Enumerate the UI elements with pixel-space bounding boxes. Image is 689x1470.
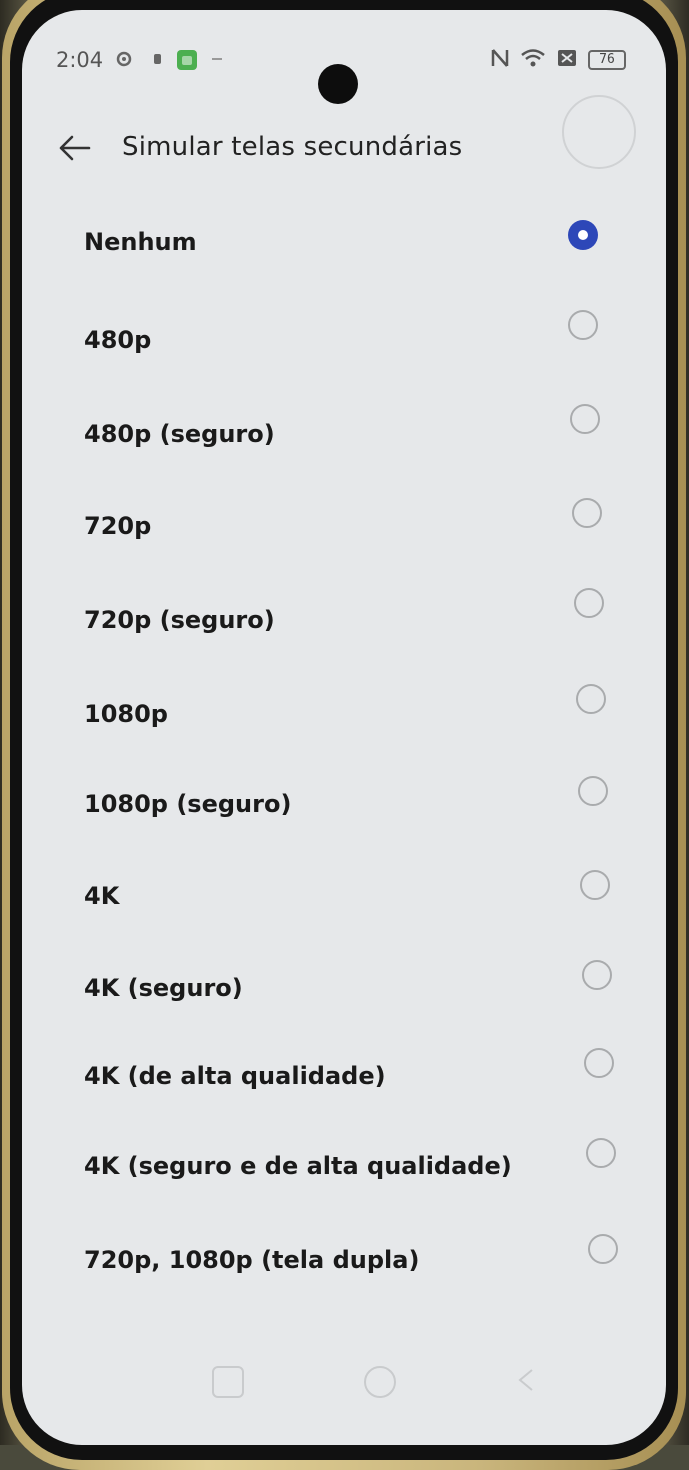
radio-unchecked-icon[interactable]	[584, 1048, 614, 1078]
status-right-icons: 76	[490, 48, 626, 72]
radio-unchecked-icon[interactable]	[574, 588, 604, 618]
radio-unchecked-icon[interactable]	[572, 498, 602, 528]
status-bar: 2:04 76	[22, 40, 666, 104]
sim-off-icon	[556, 48, 578, 73]
radio-unchecked-icon[interactable]	[580, 870, 610, 900]
notification-icon	[148, 49, 168, 69]
android-app-icon	[176, 49, 197, 70]
status-time: 2:04	[56, 48, 104, 72]
option-label: 4K	[84, 882, 120, 910]
radio-option-480p[interactable]: 480p	[78, 300, 638, 370]
app-header: Simular telas secundárias	[22, 118, 666, 178]
radio-option-tela-dupla[interactable]: 720p, 1080p (tela dupla)	[78, 1218, 638, 1288]
radio-unchecked-icon[interactable]	[582, 960, 612, 990]
radio-unchecked-icon[interactable]	[576, 684, 606, 714]
nfc-icon	[490, 47, 510, 74]
radio-option-720p-seguro[interactable]: 720p (seguro)	[78, 580, 638, 650]
option-label: 4K (de alta qualidade)	[84, 1062, 386, 1090]
option-label: Nenhum	[84, 228, 197, 256]
navigation-bar	[22, 1340, 666, 1430]
radio-unchecked-icon[interactable]	[578, 776, 608, 806]
radio-checked-icon[interactable]	[568, 220, 598, 250]
radio-unchecked-icon[interactable]	[586, 1138, 616, 1168]
option-label: 4K (seguro)	[84, 974, 243, 1002]
arrow-left-icon	[57, 134, 91, 166]
option-label: 720p	[84, 512, 152, 540]
settings-gear-icon	[114, 49, 134, 69]
option-label: 480p	[84, 326, 152, 354]
radio-unchecked-icon[interactable]	[570, 404, 600, 434]
front-camera	[318, 64, 358, 104]
option-label: 4K (seguro e de alta qualidade)	[84, 1152, 512, 1180]
radio-option-nenhum[interactable]: Nenhum	[78, 196, 638, 266]
radio-option-1080p-seguro[interactable]: 1080p (seguro)	[78, 762, 638, 832]
wifi-icon	[520, 47, 546, 74]
radio-unchecked-icon[interactable]	[568, 310, 598, 340]
option-label: 480p (seguro)	[84, 420, 275, 448]
radio-option-4k[interactable]: 4K	[78, 856, 638, 926]
back-icon[interactable]	[512, 1366, 540, 1394]
phone-screen: 2:04 76 Simular telas secundárias Nenhum…	[22, 10, 666, 1445]
radio-option-4k-seguro-alta-qualidade[interactable]: 4K (seguro e de alta qualidade)	[78, 1128, 638, 1198]
back-button[interactable]	[52, 128, 96, 172]
radio-option-480p-seguro[interactable]: 480p (seguro)	[78, 392, 638, 462]
radio-unchecked-icon[interactable]	[588, 1234, 618, 1264]
radio-option-1080p[interactable]: 1080p	[78, 672, 638, 742]
radio-option-4k-seguro[interactable]: 4K (seguro)	[78, 946, 638, 1016]
radio-option-4k-alta-qualidade[interactable]: 4K (de alta qualidade)	[78, 1036, 638, 1106]
recents-icon[interactable]	[212, 1366, 244, 1398]
radio-option-720p[interactable]: 720p	[78, 488, 638, 558]
option-label: 1080p (seguro)	[84, 790, 292, 818]
page-title: Simular telas secundárias	[122, 132, 463, 162]
option-label: 720p, 1080p (tela dupla)	[84, 1246, 420, 1274]
dash-icon	[208, 49, 228, 69]
home-icon[interactable]	[364, 1366, 396, 1398]
option-label: 1080p	[84, 700, 168, 728]
option-label: 720p (seguro)	[84, 606, 275, 634]
battery-icon: 76	[588, 50, 626, 70]
